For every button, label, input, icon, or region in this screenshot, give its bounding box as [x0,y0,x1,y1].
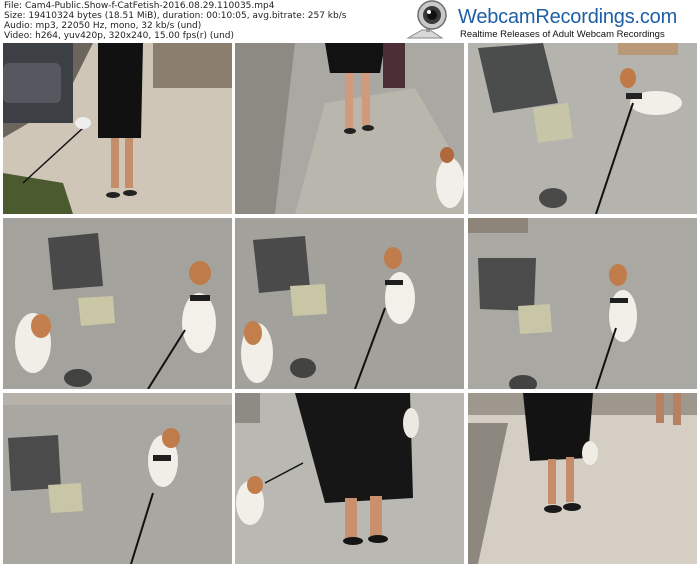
thumbnail-frame-4 [3,218,232,389]
video-info-line: Video: h264, yuv420p, 320x240, 15.00 fps… [4,31,235,41]
thumbnail-frame-3 [468,43,697,214]
thumbnail-frame-2 [235,43,464,214]
thumbnail-frame-5 [235,218,464,389]
logo-tagline: Realtime Releases of Adult Webcam Record… [460,29,665,40]
thumbnail-frame-7 [3,393,232,564]
webcam-icon [406,0,447,39]
thumbnail-frame-6 [468,218,697,389]
thumbnail-frame-8 [235,393,464,564]
thumbnail-frame-9 [468,393,697,564]
site-logo: WebcamRecordings.com Realtime Releases o… [402,0,697,42]
thumbnail-frame-1 [3,43,232,214]
thumbnail-grid [3,43,697,567]
logo-title: WebcamRecordings.com [458,6,678,28]
